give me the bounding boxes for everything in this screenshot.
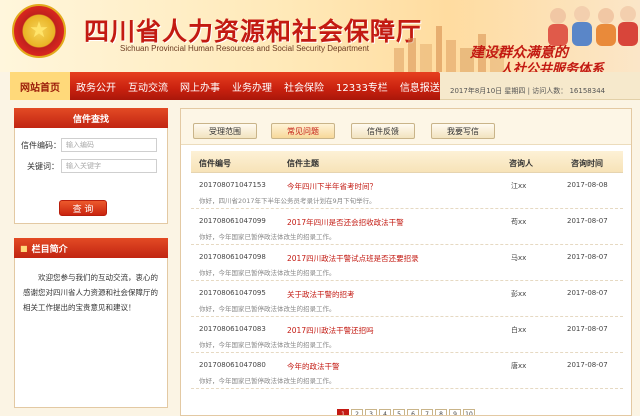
letter-id-row: 信件编码： xyxy=(21,138,161,152)
letter-date: 2017-08-07 xyxy=(567,325,608,333)
keyword-input[interactable] xyxy=(61,159,157,173)
current-date: 2017年8月10日 星期四 xyxy=(450,87,526,95)
intro-panel-title: ■ 栏目简介 xyxy=(14,238,168,258)
letter-user: 彭xx xyxy=(511,290,527,298)
intro-title-text: 栏目简介 xyxy=(31,244,68,255)
page-4[interactable]: 4 xyxy=(379,409,391,415)
intro-text: 欢迎您参与我们的互动交流，衷心的感谢您对四川省人力资源和社会保障厅的相关工作提出… xyxy=(14,258,168,408)
nav-social-insurance[interactable]: 社会保险 xyxy=(278,72,330,100)
letter-id-label: 信件编码： xyxy=(21,140,61,150)
nav-home[interactable]: 网站首页 xyxy=(10,72,70,100)
pagination: 1 2 3 4 5 6 7 8 9 10 xyxy=(337,409,477,415)
letter-user: 苟xx xyxy=(511,218,527,226)
tab-faq[interactable]: 常见问题 xyxy=(271,123,335,139)
tab-write-letter[interactable]: 我要写信 xyxy=(431,123,495,139)
visitors-label: 访问人数： xyxy=(532,87,568,95)
keyword-label: 关键词： xyxy=(27,161,59,171)
letter-subject-link[interactable]: 今年的政法干警 xyxy=(287,361,340,372)
col-date-header: 咨询时间 xyxy=(571,159,603,168)
letter-id: 201708061047099 xyxy=(199,217,266,225)
letter-subject-link[interactable]: 2017四川政法干警试点班是否还要招录 xyxy=(287,253,419,264)
letter-snippet: 你好，今年国家已暂停政法体改生的招录工作。 xyxy=(199,377,336,385)
left-sidebar: 信件查找 信件编码： 关键词： 查 询 ■ 栏目简介 欢迎您参与我们的互动交流，… xyxy=(14,108,168,408)
letter-id: 201708061047095 xyxy=(199,289,266,297)
nav-gov-affairs[interactable]: 政务公开 xyxy=(70,72,122,100)
page-10[interactable]: 10 xyxy=(463,409,475,415)
col-subject-header: 信件主题 xyxy=(287,159,319,168)
search-panel: 信件编码： 关键词： 查 询 xyxy=(14,128,168,224)
letter-date: 2017-08-07 xyxy=(567,361,608,369)
main-nav: 网站首页 政务公开 互动交流 网上办事 业务办理 社会保险 12333专栏 信息… xyxy=(10,72,440,100)
page-7[interactable]: 7 xyxy=(421,409,433,415)
tabs-bar: 受理范围 常见问题 信件反馈 我要写信 xyxy=(181,109,631,145)
letter-user: 白xx xyxy=(511,326,527,334)
table-row: 201708071047153 今年四川下半年省考时间？ 江xx 2017-08… xyxy=(191,173,623,209)
table-row: 201708061047098 2017四川政法干警试点班是否还要招录 马xx … xyxy=(191,245,623,281)
nav-info-report[interactable]: 信息报送 xyxy=(394,72,446,100)
letter-date: 2017-08-07 xyxy=(567,217,608,225)
page-6[interactable]: 6 xyxy=(407,409,419,415)
intro-panel: ■ 栏目简介 欢迎您参与我们的互动交流，衷心的感谢您对四川省人力资源和社会保障厅… xyxy=(14,238,168,408)
slogan-line-2: 人社公共服务体系 xyxy=(500,62,605,72)
search-panel-title: 信件查找 xyxy=(14,108,168,128)
table-row: 201708061047083 2017四川政法干警还招吗 白xx 2017-0… xyxy=(191,317,623,353)
page-9[interactable]: 9 xyxy=(449,409,461,415)
letter-subject-link[interactable]: 今年四川下半年省考时间？ xyxy=(287,181,377,192)
table-row: 201708061047080 今年的政法干警 唐xx 2017-08-07 你… xyxy=(191,353,623,389)
page-5[interactable]: 5 xyxy=(393,409,405,415)
nav-online-services[interactable]: 网上办事 xyxy=(174,72,226,100)
nav-12333[interactable]: 12333专栏 xyxy=(330,72,394,100)
letter-date: 2017-08-07 xyxy=(567,289,608,297)
letter-snippet: 你好，今年国家已暂停政法体改生的招录工作。 xyxy=(199,269,336,277)
national-emblem-icon: ★ xyxy=(12,4,66,58)
col-id-header: 信件编号 xyxy=(199,159,231,168)
letter-id: 201708061047083 xyxy=(199,325,266,333)
star-icon: ★ xyxy=(29,18,49,43)
letter-snippet: 你好，今年国家已暂停政法体改生的招录工作。 xyxy=(199,233,336,241)
letter-snippet: 你好，今年国家已暂停政法体改生的招录工作。 xyxy=(199,341,336,349)
tab-scope[interactable]: 受理范围 xyxy=(193,123,257,139)
col-user-header: 咨询人 xyxy=(509,159,533,168)
letter-subject-link[interactable]: 关于政法干警的招考 xyxy=(287,289,355,300)
page-2[interactable]: 2 xyxy=(351,409,363,415)
letter-subject-link[interactable]: 2017年四川是否还会招收政法干警 xyxy=(287,217,404,228)
letter-user: 江xx xyxy=(511,182,527,190)
nav-business[interactable]: 业务办理 xyxy=(226,72,278,100)
date-visitor-bar: 2017年8月10日 星期四 | 访问人数： 16158344 xyxy=(450,86,605,96)
letter-snippet: 你好，今年国家已暂停政法体改生的招录工作。 xyxy=(199,305,336,313)
letter-id: 201708061047098 xyxy=(199,253,266,261)
tab-feedback[interactable]: 信件反馈 xyxy=(351,123,415,139)
page-1[interactable]: 1 xyxy=(337,409,349,415)
site-subtitle: Sichuan Provincial Human Resources and S… xyxy=(120,44,370,53)
query-button[interactable]: 查 询 xyxy=(59,200,107,216)
visitors-count: 16158344 xyxy=(569,87,606,95)
site-title: 四川省人力资源和社会保障厅 xyxy=(84,17,423,46)
letter-id: 201708071047153 xyxy=(199,181,266,189)
keyword-row: 关键词： xyxy=(21,159,161,173)
letter-date: 2017-08-07 xyxy=(567,253,608,261)
page-3[interactable]: 3 xyxy=(365,409,377,415)
table-row: 201708061047095 关于政法干警的招考 彭xx 2017-08-07… xyxy=(191,281,623,317)
site-header: ★ 四川省人力资源和社会保障厅 Sichuan Provincial Human… xyxy=(0,0,640,72)
letter-id-input[interactable] xyxy=(61,138,157,152)
letter-user: 马xx xyxy=(511,254,527,262)
letter-date: 2017-08-08 xyxy=(567,181,608,189)
nav-interaction[interactable]: 互动交流 xyxy=(122,72,174,100)
letter-user: 唐xx xyxy=(511,362,527,370)
letters-panel: 受理范围 常见问题 信件反馈 我要写信 信件编号 信件主题 咨询人 咨询时间 2… xyxy=(180,108,632,416)
page-8[interactable]: 8 xyxy=(435,409,447,415)
bullet-icon: ■ xyxy=(20,243,28,253)
people-photo-icon xyxy=(548,6,638,46)
table-row: 201708061047099 2017年四川是否还会招收政法干警 苟xx 20… xyxy=(191,209,623,245)
letter-snippet: 你好，四川省2017年下半年公务员考录计划在9月下旬举行。 xyxy=(199,197,376,205)
letter-id: 201708061047080 xyxy=(199,361,266,369)
letter-subject-link[interactable]: 2017四川政法干警还招吗 xyxy=(287,325,374,336)
table-header: 信件编号 信件主题 咨询人 咨询时间 xyxy=(191,151,623,173)
